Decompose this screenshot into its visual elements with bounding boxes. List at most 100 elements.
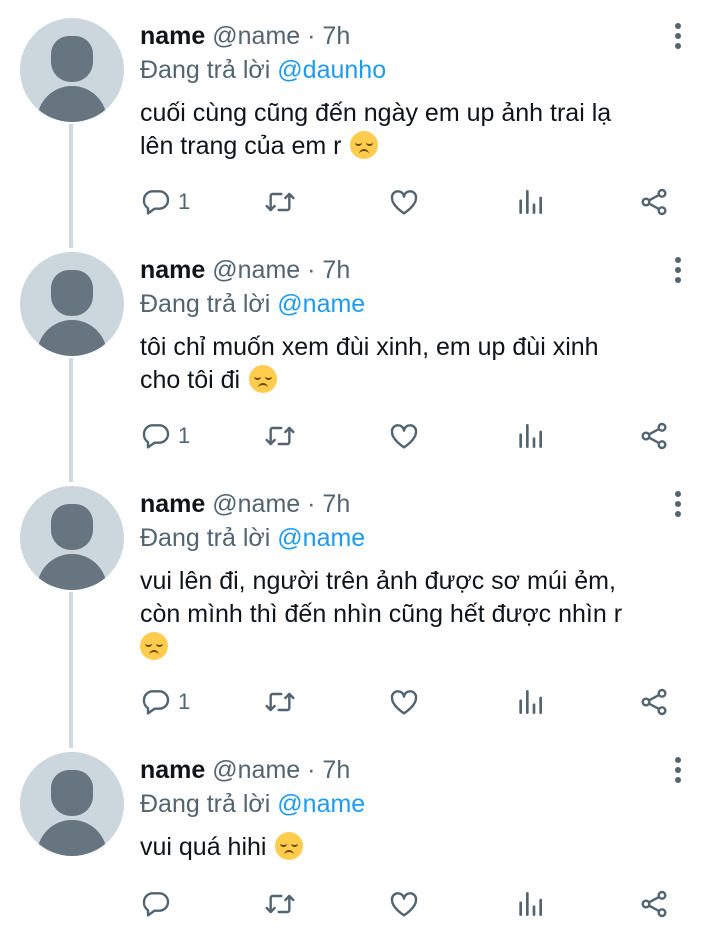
tweet-header: name @name · 7h — [140, 489, 350, 519]
tweet-header: name @name · 7h — [140, 755, 350, 785]
reply-count: 1 — [178, 689, 191, 714]
reply-icon — [142, 892, 170, 917]
like-button[interactable] — [388, 185, 420, 219]
more-vertical-icon[interactable] — [668, 22, 688, 52]
retweet-icon — [265, 692, 295, 712]
action-bar: 1 — [140, 419, 680, 453]
tweet[interactable]: name @name · 7h Đang trả lời @name vui l… — [0, 468, 720, 734]
retweet-button[interactable] — [264, 419, 296, 453]
more-vertical-icon[interactable] — [668, 256, 688, 286]
timestamp[interactable]: 7h — [322, 756, 350, 784]
tweet-text-line — [140, 631, 700, 664]
avatar[interactable] — [20, 252, 124, 356]
tweet-text-line: vui quá hihi — [140, 831, 700, 864]
timestamp[interactable]: 7h — [322, 490, 350, 518]
separator-dot: · — [307, 256, 316, 284]
replying-to: Đang trả lời @name — [140, 789, 365, 819]
separator-dot: · — [307, 756, 316, 784]
mention-link[interactable]: @name — [277, 290, 365, 318]
heart-icon — [390, 690, 418, 715]
more-vertical-icon[interactable] — [668, 490, 688, 520]
tweet[interactable]: name @name · 7h Đang trả lời @daunho cuố… — [0, 0, 720, 234]
timestamp[interactable]: 7h — [322, 256, 350, 284]
replying-prefix: Đang trả lời — [140, 56, 271, 84]
disappointed-face-emoji — [350, 131, 379, 159]
avatar[interactable] — [20, 18, 124, 122]
tweet[interactable]: name @name · 7h Đang trả lời @name tôi c… — [0, 234, 720, 468]
analytics-icon — [519, 190, 542, 214]
more-vertical-icon[interactable] — [668, 756, 688, 786]
avatar[interactable] — [20, 486, 124, 590]
replying-to: Đang trả lời @name — [140, 289, 365, 319]
author-name[interactable]: name — [140, 256, 205, 284]
author-handle[interactable]: @name — [212, 256, 300, 284]
like-button[interactable] — [388, 887, 420, 921]
disappointed-face-emoji — [140, 632, 168, 660]
action-bar: 1 — [140, 685, 680, 719]
tweet-text: vui lên đi, người trên ảnh được sơ múi ẻ… — [140, 565, 700, 664]
reply-button[interactable]: 1 — [140, 185, 190, 219]
share-button[interactable] — [638, 419, 670, 453]
share-icon — [641, 188, 667, 216]
author-handle[interactable]: @name — [212, 490, 300, 518]
tweet-text: cuối cùng cũng đến ngày em up ảnh trai l… — [140, 97, 700, 163]
tweet-text: tôi chỉ muốn xem đùi xinh, em up đùi xin… — [140, 331, 700, 397]
separator-dot: · — [307, 22, 316, 50]
like-button[interactable] — [388, 419, 420, 453]
heart-icon — [390, 424, 418, 449]
tweet-text-line: còn mình thì đến nhìn cũng hết được nhìn… — [140, 600, 623, 628]
analytics-icon — [519, 892, 542, 916]
retweet-button[interactable] — [264, 887, 296, 921]
share-icon — [641, 890, 667, 918]
like-button[interactable] — [388, 685, 420, 719]
reply-icon — [142, 690, 170, 715]
analytics-button[interactable] — [514, 685, 546, 719]
share-icon — [641, 688, 667, 716]
separator-dot: · — [307, 490, 316, 518]
author-name[interactable]: name — [140, 22, 205, 50]
mention-link[interactable]: @daunho — [277, 56, 386, 84]
avatar[interactable] — [20, 752, 124, 856]
analytics-button[interactable] — [514, 419, 546, 453]
tweet-text-line: cuối cùng cũng đến ngày em up ảnh trai l… — [140, 99, 612, 127]
tweet-text-line: tôi chỉ muốn xem đùi xinh, em up đùi xin… — [140, 333, 599, 361]
tweet-text-line: lên trang của em r — [140, 130, 700, 163]
disappointed-face-emoji — [249, 365, 278, 393]
reply-count: 1 — [178, 189, 191, 214]
retweet-button[interactable] — [264, 685, 296, 719]
action-bar — [140, 887, 680, 921]
reply-button[interactable]: 1 — [140, 685, 190, 719]
author-name[interactable]: name — [140, 490, 205, 518]
tweet-text-line: vui lên đi, người trên ảnh được sơ múi ẻ… — [140, 567, 616, 595]
retweet-icon — [265, 426, 295, 446]
disappointed-face-emoji — [275, 832, 304, 860]
author-name[interactable]: name — [140, 756, 205, 784]
replying-to: Đang trả lời @name — [140, 523, 365, 553]
analytics-icon — [519, 424, 542, 448]
mention-link[interactable]: @name — [277, 790, 365, 818]
reply-button[interactable] — [140, 887, 178, 921]
author-handle[interactable]: @name — [212, 22, 300, 50]
tweet-header: name @name · 7h — [140, 255, 350, 285]
reply-button[interactable]: 1 — [140, 419, 190, 453]
share-button[interactable] — [638, 887, 670, 921]
mention-link[interactable]: @name — [277, 524, 365, 552]
retweet-button[interactable] — [264, 185, 296, 219]
replying-to: Đang trả lời @daunho — [140, 55, 386, 85]
analytics-button[interactable] — [514, 887, 546, 921]
author-handle[interactable]: @name — [212, 756, 300, 784]
share-icon — [641, 422, 667, 450]
action-bar: 1 — [140, 185, 680, 219]
timestamp[interactable]: 7h — [322, 22, 350, 50]
share-button[interactable] — [638, 685, 670, 719]
heart-icon — [390, 892, 418, 917]
heart-icon — [390, 190, 418, 215]
reply-icon — [142, 424, 170, 449]
tweet-text: vui quá hihi — [140, 831, 700, 864]
share-button[interactable] — [638, 185, 670, 219]
tweet[interactable]: name @name · 7h Đang trả lời @name vui q… — [0, 734, 720, 936]
reply-count: 1 — [178, 423, 191, 448]
retweet-icon — [265, 192, 295, 212]
tweet-header: name @name · 7h — [140, 21, 350, 51]
analytics-button[interactable] — [514, 185, 546, 219]
